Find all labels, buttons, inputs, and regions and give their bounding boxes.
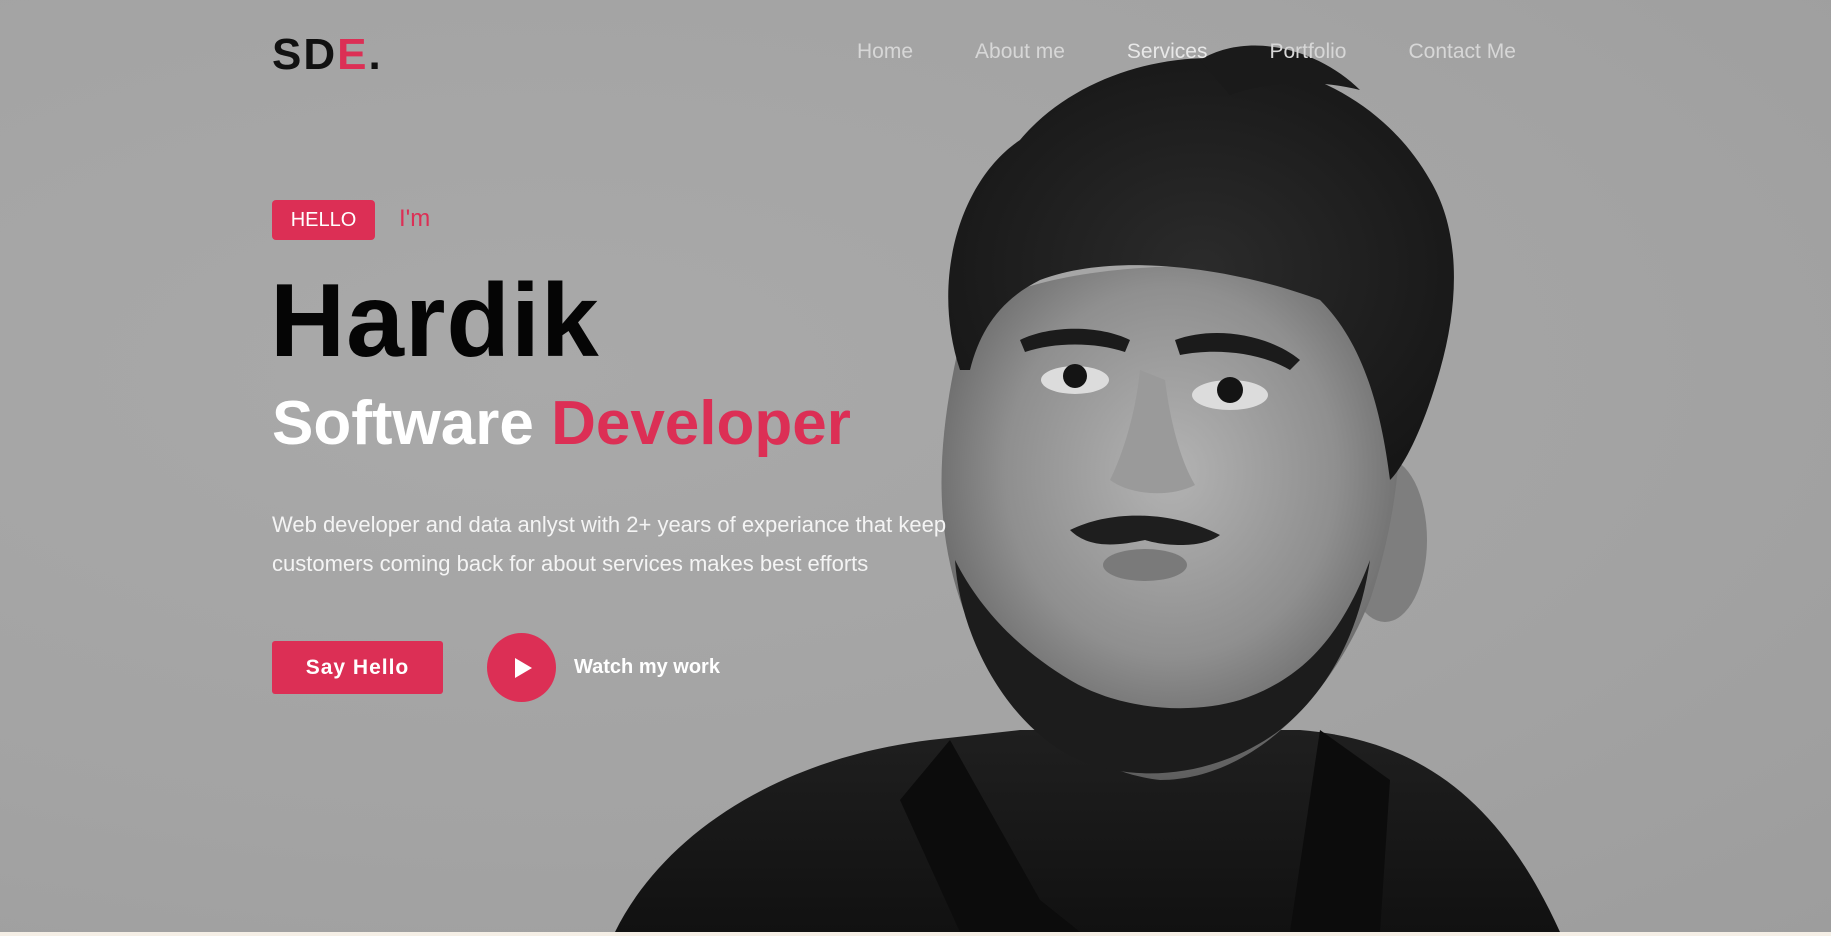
nav-item-home[interactable]: Home [857, 40, 913, 64]
watch-my-work-link[interactable]: Watch my work [574, 656, 720, 679]
role-accent: Developer [551, 389, 851, 458]
hero-section: SDE. Home About me Services Portfolio Co… [0, 0, 1831, 932]
logo-text-dot: . [368, 30, 383, 79]
nav-item-about[interactable]: About me [975, 40, 1065, 64]
nav-item-portfolio[interactable]: Portfolio [1269, 40, 1346, 64]
nav-item-contact[interactable]: Contact Me [1409, 40, 1516, 64]
hero-name: Hardik [270, 263, 600, 379]
play-icon [514, 657, 532, 678]
portrait-photo [615, 45, 1560, 932]
play-button[interactable] [487, 633, 556, 702]
logo-text-accent: E [337, 30, 369, 79]
hero-role: Software Developer [272, 388, 851, 459]
main-nav: Home About me Services Portfolio Contact… [857, 40, 1516, 64]
page-bottom-strip [0, 932, 1831, 936]
intro-text: I'm [399, 205, 431, 232]
site-logo[interactable]: SDE. [272, 30, 383, 80]
nav-item-services[interactable]: Services [1127, 40, 1208, 64]
role-main: Software [272, 389, 552, 458]
hello-badge: HELLO [272, 200, 375, 240]
logo-text-main: SD [272, 30, 338, 79]
hero-description: Web developer and data anlyst with 2+ ye… [272, 512, 947, 576]
say-hello-button[interactable]: Say Hello [272, 641, 443, 694]
